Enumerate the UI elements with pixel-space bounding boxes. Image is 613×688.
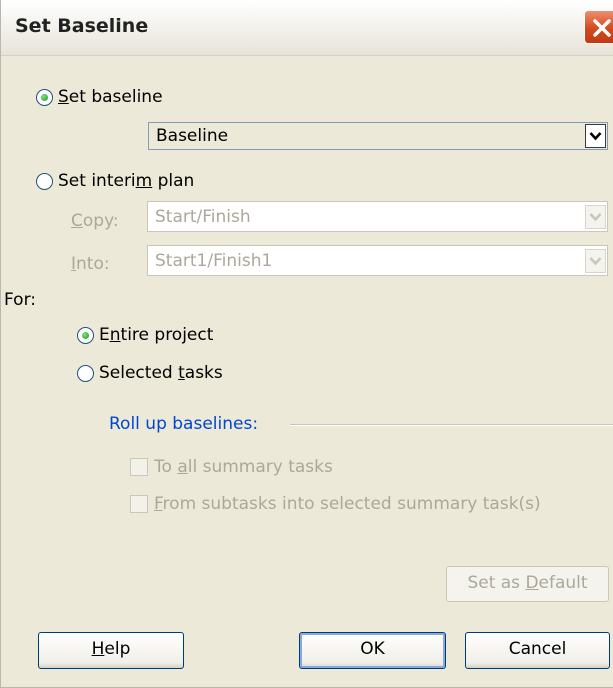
to-all-summary-tasks-label: To all summary tasks xyxy=(154,457,333,477)
copy-label: Copy: xyxy=(71,211,119,231)
from-subtasks-box[interactable] xyxy=(130,495,148,513)
baseline-dropdown-button[interactable] xyxy=(585,124,606,148)
ok-label: OK xyxy=(360,639,385,659)
chevron-down-icon xyxy=(589,213,602,222)
into-label: Into: xyxy=(71,254,110,274)
close-button[interactable] xyxy=(584,10,613,44)
set-baseline-radio-button[interactable] xyxy=(36,88,53,106)
selected-tasks-label: Selected tasks xyxy=(99,363,223,383)
roll-up-baselines-heading: Roll up baselines: xyxy=(109,414,259,434)
into-dropdown-button[interactable] xyxy=(585,249,606,273)
title-bar: Set Baseline xyxy=(1,0,613,56)
baseline-dropdown-value: Baseline xyxy=(156,126,229,146)
entire-project-radio-button[interactable] xyxy=(77,326,94,344)
set-as-default-button[interactable]: Set as Default xyxy=(446,566,609,602)
group-divider xyxy=(290,424,613,426)
help-label: Help xyxy=(91,639,131,659)
for-label: For: xyxy=(4,290,36,310)
ok-button[interactable]: OK xyxy=(299,632,446,669)
help-button[interactable]: Help xyxy=(38,632,184,669)
set-as-default-label: Set as Default xyxy=(467,573,588,593)
from-subtasks-checkbox[interactable]: From subtasks into selected summary task… xyxy=(130,494,541,514)
copy-dropdown-value: Start/Finish xyxy=(155,207,251,227)
baseline-dropdown[interactable]: Baseline xyxy=(148,122,608,150)
into-dropdown[interactable]: Start1/Finish1 xyxy=(147,245,608,276)
set-baseline-dialog: Set Baseline Set baseline Baseline Set i… xyxy=(0,0,613,688)
set-interim-plan-radio[interactable]: Set interim plan xyxy=(36,171,194,191)
to-all-summary-tasks-checkbox[interactable]: To all summary tasks xyxy=(130,457,333,477)
copy-dropdown-button[interactable] xyxy=(585,205,606,229)
into-dropdown-value: Start1/Finish1 xyxy=(155,251,273,271)
cancel-button[interactable]: Cancel xyxy=(465,632,610,669)
cancel-label: Cancel xyxy=(508,639,567,659)
chevron-down-icon xyxy=(589,132,602,141)
from-subtasks-label: From subtasks into selected summary task… xyxy=(154,494,541,514)
chevron-down-icon xyxy=(589,257,602,266)
set-interim-plan-label: Set interim plan xyxy=(58,171,195,191)
copy-dropdown[interactable]: Start/Finish xyxy=(147,201,608,232)
selected-tasks-radio-button[interactable] xyxy=(77,364,94,382)
set-baseline-radio[interactable]: Set baseline xyxy=(36,87,163,107)
entire-project-label: Entire project xyxy=(99,325,214,345)
selected-tasks-radio[interactable]: Selected tasks xyxy=(77,363,223,383)
set-baseline-label: Set baseline xyxy=(58,87,163,107)
to-all-summary-tasks-box[interactable] xyxy=(130,458,148,476)
dialog-title: Set Baseline xyxy=(15,15,149,37)
close-icon xyxy=(593,19,611,37)
entire-project-radio[interactable]: Entire project xyxy=(77,325,213,345)
set-interim-plan-radio-button[interactable] xyxy=(36,172,53,190)
